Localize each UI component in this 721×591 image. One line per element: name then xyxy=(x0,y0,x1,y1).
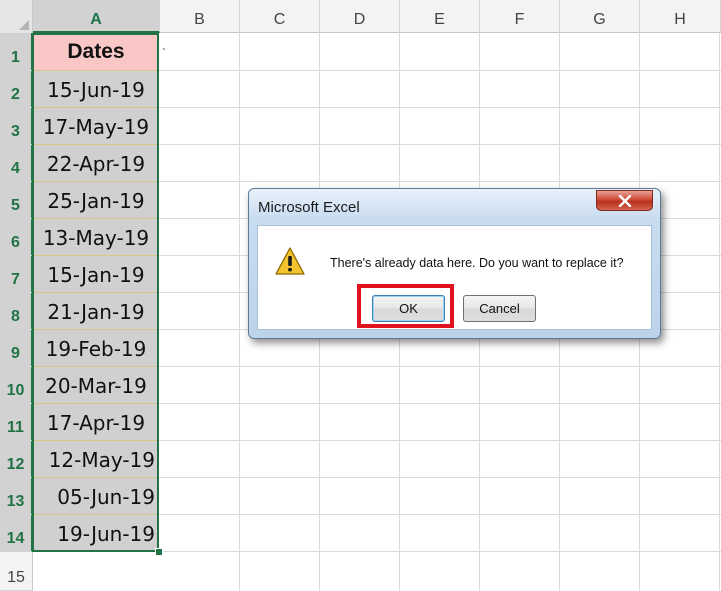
cell-a13[interactable]: 05-Jun-19 xyxy=(33,478,159,515)
warning-icon xyxy=(275,247,305,275)
row-header-12[interactable]: 12 xyxy=(0,441,33,478)
row-header-10[interactable]: 10 xyxy=(0,367,33,404)
row-header-11[interactable]: 11 xyxy=(0,404,33,441)
fill-handle[interactable] xyxy=(155,548,163,556)
replace-data-dialog: Microsoft Excel There's already data her… xyxy=(248,188,661,339)
cell-a5[interactable]: 25-Jan-19 xyxy=(33,182,159,219)
column-header-g[interactable]: G xyxy=(560,0,640,33)
column-header-f[interactable]: F xyxy=(480,0,560,33)
cell-a8[interactable]: 21-Jan-19 xyxy=(33,293,159,330)
cell-a2[interactable]: 15-Jun-19 xyxy=(33,71,159,108)
column-header-c[interactable]: C xyxy=(240,0,320,33)
row-header-7[interactable]: 7 xyxy=(0,256,33,293)
row-header-9[interactable]: 9 xyxy=(0,330,33,367)
cell-a4[interactable]: 22-Apr-19 xyxy=(33,145,159,182)
row-header-5[interactable]: 5 xyxy=(0,182,33,219)
row-header-4[interactable]: 4 xyxy=(0,145,33,182)
column-header-b[interactable]: B xyxy=(160,0,240,33)
row-header-8[interactable]: 8 xyxy=(0,293,33,330)
cell-a3[interactable]: 17-May-19 xyxy=(33,108,159,145)
column-header-d[interactable]: D xyxy=(320,0,400,33)
column-header-e[interactable]: E xyxy=(400,0,480,33)
row-header-13[interactable]: 13 xyxy=(0,478,33,515)
row-header-1[interactable]: 1 xyxy=(0,33,33,71)
cell-a7[interactable]: 15-Jan-19 xyxy=(33,256,159,293)
cell-a12[interactable]: 12-May-19 xyxy=(33,441,159,478)
ok-highlight-box xyxy=(357,284,454,328)
cell-a10[interactable]: 20-Mar-19 xyxy=(33,367,159,404)
dialog-body: There's already data here. Do you want t… xyxy=(257,225,652,330)
cell-a6[interactable]: 13-May-19 xyxy=(33,219,159,256)
cell-a14[interactable]: 19-Jun-19 xyxy=(33,515,159,552)
column-header-a[interactable]: A xyxy=(33,0,160,33)
row-header-2[interactable]: 2 xyxy=(0,71,33,108)
dialog-title: Microsoft Excel xyxy=(258,199,360,216)
row-header-15[interactable]: 15 xyxy=(0,552,33,591)
row-header-14[interactable]: 14 xyxy=(0,515,33,552)
cell-a9[interactable]: 19-Feb-19 xyxy=(33,330,159,367)
dialog-close-button[interactable] xyxy=(596,190,653,211)
dialog-message: There's already data here. Do you want t… xyxy=(330,256,624,270)
cell-a11[interactable]: 17-Apr-19 xyxy=(33,404,159,441)
row-header-6[interactable]: 6 xyxy=(0,219,33,256)
cell-b1[interactable]: ` xyxy=(162,46,166,60)
select-all-corner[interactable] xyxy=(0,0,33,34)
column-header-h[interactable]: H xyxy=(640,0,721,33)
close-icon xyxy=(618,194,631,207)
cancel-button[interactable]: Cancel xyxy=(463,295,536,322)
row-header-3[interactable]: 3 xyxy=(0,108,33,145)
cell-a1-header[interactable]: Dates xyxy=(33,33,159,71)
